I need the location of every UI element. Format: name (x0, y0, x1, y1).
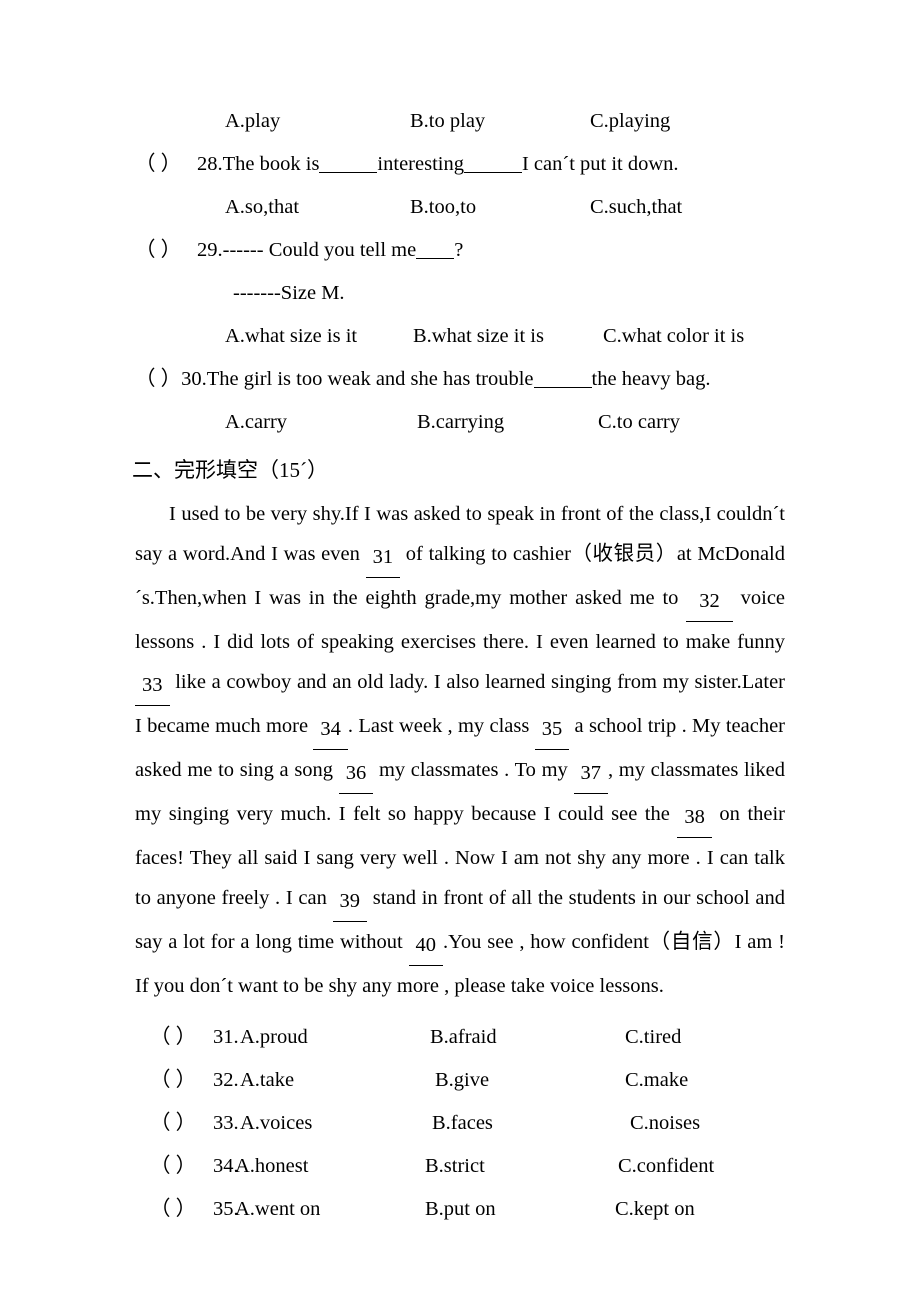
passage-blank-38[interactable]: 38 (677, 797, 712, 838)
q28-text-after: I can´t put it down. (521, 153, 679, 175)
q29-answer-bracket[interactable]: （ ） (135, 229, 197, 272)
cloze-32-option-c: C.make (625, 1069, 689, 1091)
q29-text-after: ? (454, 239, 464, 261)
question-29: （ ） 29.------ Could you tell me? (135, 229, 785, 272)
cloze-31-answer-bracket[interactable]: （ ） (150, 1016, 196, 1059)
cloze-32-option-b: B.give (435, 1069, 490, 1091)
q28-blank-2[interactable] (463, 172, 522, 173)
passage-blank-32[interactable]: 32 (686, 581, 733, 622)
q28-option-b: B.too,to (410, 196, 477, 218)
cloze-31-option-b: B.afraid (430, 1026, 497, 1048)
cloze-32-answer-bracket[interactable]: （ ） (150, 1059, 196, 1102)
cloze-32-number: 32. (213, 1069, 239, 1091)
cloze-35-option-a: A.went on (235, 1198, 321, 1220)
q28-option-a: A.so,that (225, 196, 300, 218)
cloze-35-option-b: B.put on (425, 1198, 496, 1220)
cloze-section-heading: 二、完形填空（15´） (132, 458, 328, 482)
q30-blank-1[interactable] (533, 387, 592, 388)
cloze-34-option-b: B.strict (425, 1155, 485, 1177)
q30-option-c: C.to carry (598, 411, 680, 433)
passage-part7: my classmates . To my (378, 759, 568, 781)
q29-option-c: C.what color it is (603, 325, 745, 347)
passage-part5: . Last week , my class (347, 715, 530, 737)
passage-blank-37[interactable]: 37 (573, 753, 608, 794)
cloze-option-row-31: （ ） 31. A.proud B.afraid C.tired (135, 1016, 785, 1059)
q27-option-c: C.playing (590, 110, 671, 132)
q29-option-a: A.what size is it (225, 325, 358, 347)
q29-text-before: ------ Could you tell me (222, 239, 417, 261)
q30-option-b: B.carrying (417, 411, 505, 433)
q27-option-b: B.to play (410, 110, 486, 132)
cloze-option-row-33: （ ） 33. A.voices B.faces C.noises (135, 1102, 785, 1145)
cloze-31-option-a: A.proud (240, 1026, 308, 1048)
q29-number: 29. (197, 239, 223, 261)
q28-option-c: C.such,that (590, 196, 683, 218)
passage-blank-34[interactable]: 34 (313, 709, 348, 750)
q28-text-before: The book is (222, 153, 320, 175)
q30-text-after: the heavy bag. (591, 368, 711, 390)
q28-blank-1[interactable] (319, 172, 378, 173)
q28-options-row: A.so,that B.too,to C.such,that (135, 186, 785, 229)
q30-text-before: The girl is too weak and she has trouble (206, 368, 534, 390)
cloze-33-number: 33. (213, 1112, 239, 1134)
cloze-35-option-c: C.kept on (615, 1198, 695, 1220)
cloze-33-option-b: B.faces (432, 1112, 493, 1134)
cloze-32-option-a: A.take (240, 1069, 295, 1091)
cloze-33-option-c: C.noises (630, 1112, 701, 1134)
cloze-34-option-a: A.honest (235, 1155, 309, 1177)
q29-option-b: B.what size it is (413, 325, 544, 347)
cloze-33-option-a: A.voices (240, 1112, 313, 1134)
q29-answer-line: -------Size M. (233, 282, 345, 304)
question-28: （ ） 28.The book is interesting I can´t put … (135, 143, 785, 186)
passage-blank-35[interactable]: 35 (534, 709, 570, 750)
cloze-option-row-32: （ ） 32. A.take B.give C.make (135, 1059, 785, 1102)
q29-blank-1[interactable] (416, 258, 455, 259)
cloze-34-option-c: C.confident (618, 1155, 715, 1177)
q30-option-a: A.carry (225, 411, 288, 433)
cloze-31-option-c: C.tired (625, 1026, 682, 1048)
passage-blank-39[interactable]: 39 (332, 881, 368, 922)
passage-blank-31[interactable]: 31 (365, 537, 401, 578)
q30-number: 30. (181, 368, 207, 390)
q29-answer-line-wrap: -------Size M. (135, 272, 785, 315)
cloze-option-row-34: （ ） 34. A.honest B.strict C.confident (135, 1145, 785, 1188)
passage-blank-33[interactable]: 33 (135, 665, 170, 706)
q27-option-a: A.play (225, 110, 281, 132)
q27-options-row: A.play B.to play C.playing (135, 100, 785, 143)
cloze-31-number: 31. (213, 1026, 239, 1048)
cloze-34-answer-bracket[interactable]: （ ） (150, 1145, 196, 1188)
question-30: （ ）30.The girl is too weak and she has t… (135, 358, 785, 401)
cloze-35-answer-bracket[interactable]: （ ） (150, 1188, 196, 1231)
q30-options-row: A.carry B.carrying C.to carry (135, 401, 785, 444)
q28-number: 28. (197, 153, 223, 175)
q29-options-row: A.what size is it B.what size it is C.wh… (135, 315, 785, 358)
q30-answer-bracket[interactable]: （ ） (135, 368, 181, 390)
cloze-passage: I used to be very shy.If I was asked to … (135, 494, 785, 1006)
passage-blank-40[interactable]: 40 (408, 925, 444, 966)
cloze-33-answer-bracket[interactable]: （ ） (150, 1102, 196, 1145)
q28-answer-bracket[interactable]: （ ） (135, 143, 197, 186)
worksheet-page: A.play B.to play C.playing （ ） 28.The boo… (0, 0, 920, 1302)
q28-text-middle: interesting (377, 153, 464, 175)
cloze-option-row-35: （ ） 35. A.went on B.put on C.kept on (135, 1188, 785, 1231)
passage-blank-36[interactable]: 36 (338, 753, 374, 794)
